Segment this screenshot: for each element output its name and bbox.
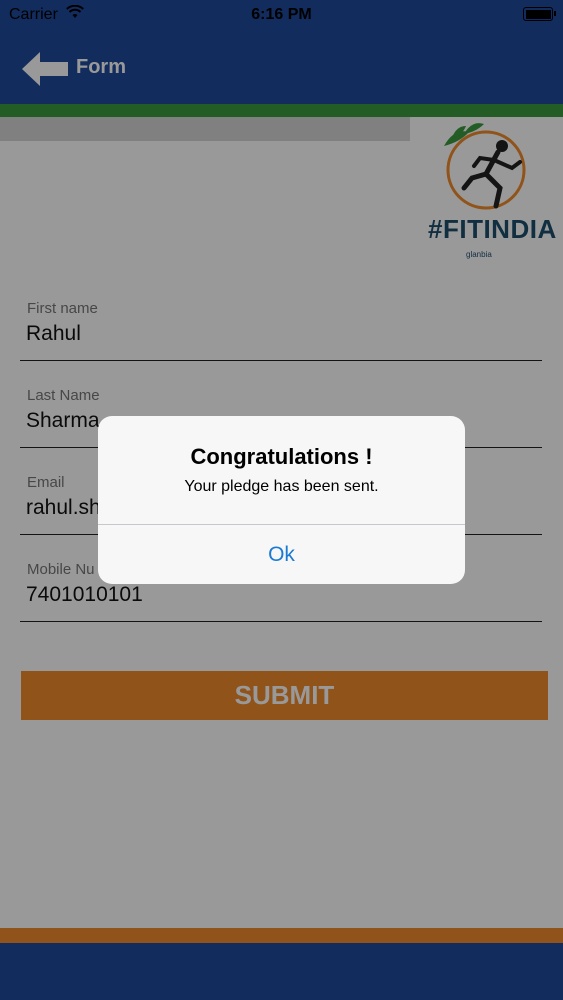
alert-title: Congratulations ! xyxy=(190,444,373,469)
ok-button[interactable]: Ok xyxy=(98,525,465,584)
alert-message: Your pledge has been sent. xyxy=(184,478,379,495)
alert-dialog: Congratulations ! Your pledge has been s… xyxy=(98,416,465,584)
